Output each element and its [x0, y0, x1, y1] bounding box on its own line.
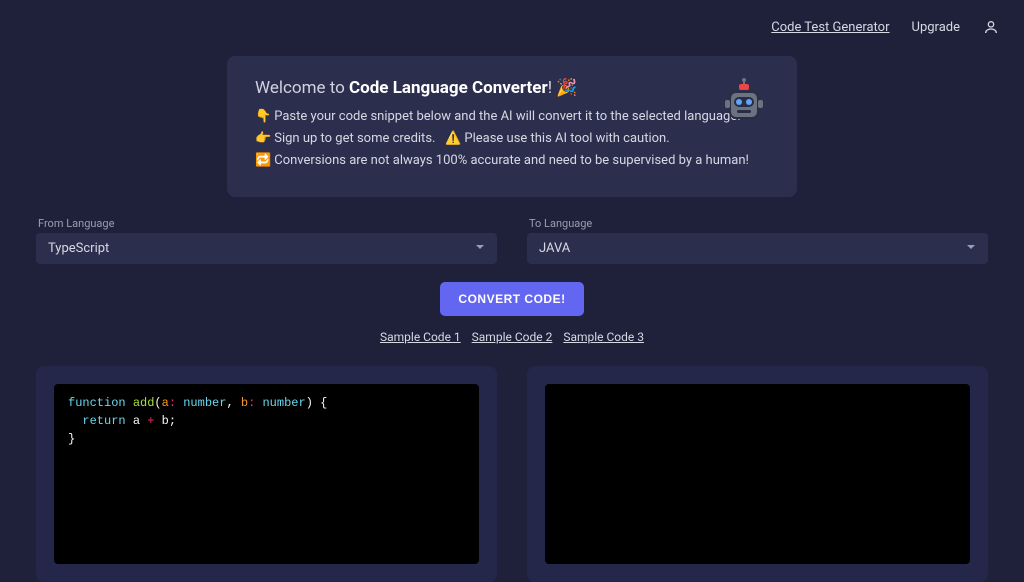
to-language-group: To Language JAVA — [527, 217, 988, 264]
tok-keyword: function — [68, 396, 126, 410]
tok-param: a — [162, 396, 169, 410]
from-language-value: TypeScript — [48, 241, 109, 256]
warning-icon: ⚠️ — [445, 130, 461, 148]
point-down-icon: 👇 — [255, 108, 271, 126]
tok-punct: ) — [306, 396, 313, 410]
welcome-line-3: 🔁 Conversions are not always 100% accura… — [255, 152, 769, 170]
output-code-editor[interactable] — [545, 384, 970, 564]
from-language-group: From Language TypeScript — [36, 217, 497, 264]
welcome-line-1-text: Paste your code snippet below and the AI… — [274, 109, 740, 124]
language-selectors: From Language TypeScript To Language JAV… — [0, 217, 1024, 264]
upgrade-link[interactable]: Upgrade — [912, 20, 960, 35]
chevron-down-icon — [475, 241, 485, 256]
welcome-suffix: ! 🎉 — [548, 78, 578, 98]
chevron-down-icon — [966, 241, 976, 256]
welcome-card: Welcome to Code Language Converter! 🎉 👇 … — [227, 56, 797, 197]
to-language-value: JAVA — [539, 241, 570, 256]
sample-code-1-link[interactable]: Sample Code 1 — [380, 330, 461, 344]
tok-ident: a — [133, 414, 140, 428]
welcome-title-bold: Code Language Converter — [349, 78, 548, 98]
to-language-select[interactable]: JAVA — [527, 233, 988, 264]
tok-type: number — [262, 396, 305, 410]
sample-code-3-link[interactable]: Sample Code 3 — [563, 330, 644, 344]
header-nav: Code Test Generator Upgrade — [0, 0, 1024, 44]
tok-type: number — [183, 396, 226, 410]
tok-op: : — [169, 396, 183, 410]
tok-punct: } — [68, 432, 75, 446]
tok-punct: { — [313, 396, 327, 410]
source-editor-card: function add(a: number, b: number) { ret… — [36, 366, 497, 582]
welcome-line-3-text: Conversions are not always 100% accurate… — [274, 153, 749, 168]
tok-op: : — [248, 396, 262, 410]
tok-punct: , — [226, 396, 240, 410]
convert-button[interactable]: CONVERT CODE! — [440, 282, 583, 316]
tok-param: b — [241, 396, 248, 410]
tok-ident: b — [162, 414, 169, 428]
welcome-line-1: 👇 Paste your code snippet below and the … — [255, 108, 769, 126]
sample-code-2-link[interactable]: Sample Code 2 — [472, 330, 553, 344]
tok-keyword: return — [82, 414, 125, 428]
tok-op: + — [140, 414, 162, 428]
source-code-editor[interactable]: function add(a: number, b: number) { ret… — [54, 384, 479, 564]
repeat-icon: 🔁 — [255, 152, 271, 170]
welcome-prefix: Welcome to — [255, 78, 349, 98]
editors-row: function add(a: number, b: number) { ret… — [0, 366, 1024, 582]
tok-punct: ; — [169, 414, 176, 428]
welcome-line-2b-text: Please use this AI tool with caution. — [464, 131, 669, 146]
code-test-generator-link[interactable]: Code Test Generator — [771, 20, 889, 35]
tok-indent — [68, 414, 82, 428]
to-language-label: To Language — [527, 217, 988, 230]
from-language-label: From Language — [36, 217, 497, 230]
output-editor-card — [527, 366, 988, 582]
point-right-icon: 👉 — [255, 130, 271, 148]
welcome-title: Welcome to Code Language Converter! 🎉 — [255, 78, 769, 98]
tok-func: add — [133, 396, 155, 410]
sample-links: Sample Code 1 Sample Code 2 Sample Code … — [0, 330, 1024, 344]
robot-icon — [719, 78, 769, 132]
welcome-line-2: 👉 Sign up to get some credits. ⚠️ Please… — [255, 130, 769, 148]
welcome-line-2a-text: Sign up to get some credits. — [274, 131, 435, 146]
from-language-select[interactable]: TypeScript — [36, 233, 497, 264]
tok-punct: ( — [154, 396, 161, 410]
user-icon[interactable] — [982, 18, 1000, 36]
